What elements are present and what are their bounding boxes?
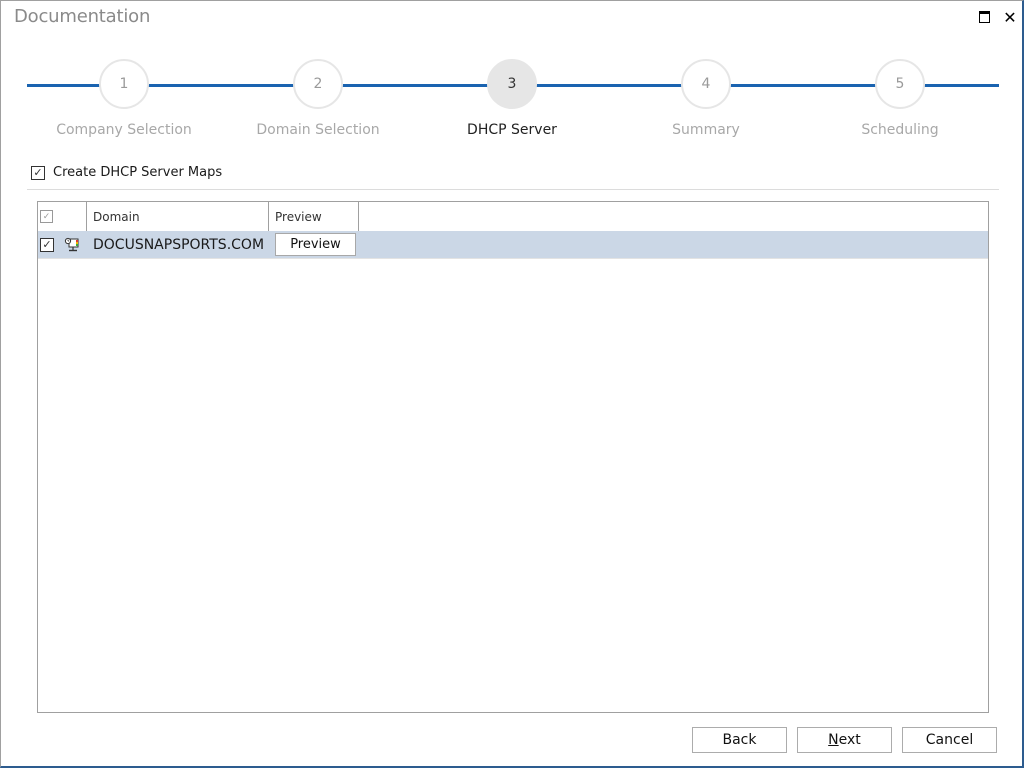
header-select-all-cell: ✓ (38, 202, 87, 231)
next-mnemonic: N (828, 732, 839, 748)
documentation-window: Documentation ✕ 1 Company Selection 2 Do… (0, 0, 1024, 768)
section-divider (27, 189, 999, 190)
step-summary: 4 Summary (606, 59, 806, 138)
preview-button[interactable]: Preview (275, 233, 356, 256)
step-number-circle: 4 (681, 59, 731, 109)
step-dhcp-server: 3 DHCP Server (412, 59, 612, 138)
step-label: Summary (672, 122, 740, 138)
step-domain-selection: 2 Domain Selection (218, 59, 418, 138)
step-number-circle: 1 (99, 59, 149, 109)
create-dhcp-maps-option[interactable]: ✓ Create DHCP Server Maps (31, 165, 222, 180)
grid-header: ✓ Domain Preview (38, 202, 988, 232)
step-label: Company Selection (56, 122, 192, 138)
preview-cell: Preview (269, 233, 359, 256)
create-dhcp-maps-label: Create DHCP Server Maps (53, 165, 223, 180)
dhcp-server-icon (64, 237, 80, 253)
step-number-circle: 5 (875, 59, 925, 109)
cancel-button[interactable]: Cancel (902, 727, 997, 753)
table-row[interactable]: ✓ DOCUSNAPSPORTS.COM Preview (38, 231, 988, 259)
select-all-checkbox[interactable]: ✓ (40, 210, 53, 223)
step-company-selection: 1 Company Selection (24, 59, 224, 138)
next-button[interactable]: Next (797, 727, 892, 753)
maximize-button[interactable] (975, 7, 993, 27)
next-label-rest: ext (838, 732, 861, 748)
back-button[interactable]: Back (692, 727, 787, 753)
step-scheduling: 5 Scheduling (800, 59, 1000, 138)
step-label: DHCP Server (467, 122, 557, 138)
close-icon: ✕ (1003, 7, 1017, 27)
row-select-cell: ✓ (38, 237, 87, 253)
step-label: Scheduling (861, 122, 939, 138)
close-button[interactable]: ✕ (1001, 7, 1019, 27)
column-header-domain[interactable]: Domain (87, 202, 269, 231)
step-label: Domain Selection (256, 122, 380, 138)
domain-cell: DOCUSNAPSPORTS.COM (93, 236, 265, 253)
maximize-icon (978, 11, 990, 23)
step-number-circle: 3 (487, 59, 537, 109)
create-dhcp-maps-checkbox[interactable]: ✓ (31, 165, 45, 180)
domain-grid: ✓ Domain Preview ✓ DOCUSNAPSPORTS.COM Pr… (37, 201, 989, 713)
column-header-preview[interactable]: Preview (269, 202, 359, 231)
step-number-circle: 2 (293, 59, 343, 109)
row-checkbox[interactable]: ✓ (40, 237, 54, 252)
window-title: Documentation (14, 6, 151, 27)
